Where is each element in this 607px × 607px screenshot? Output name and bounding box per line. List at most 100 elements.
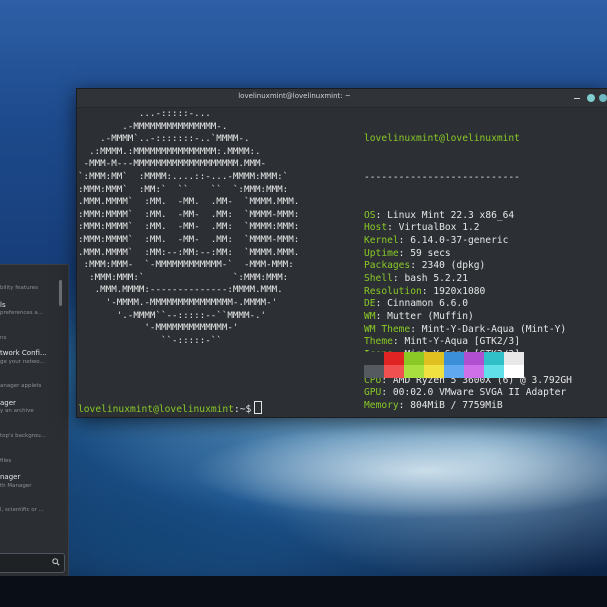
palette-swatch xyxy=(384,365,404,378)
maximize-button[interactable] xyxy=(587,94,595,102)
logo-line: .MMM.MMMM:--------------:MMMM.MMM. xyxy=(78,284,283,296)
info-value: bash 5.2.21 xyxy=(404,273,468,285)
info-value: 804MiB / 7759MiB xyxy=(410,399,503,411)
logo-line: :MMM:MMM- `-MMMMMMMMMMMM-` -MMM-MMM: xyxy=(78,259,294,271)
palette-swatch xyxy=(464,365,484,378)
info-key: GPU xyxy=(364,387,382,399)
info-row: WM: Mutter (Muffin) xyxy=(364,311,607,324)
separator-line: --------------------------- xyxy=(364,171,520,183)
menu-scrollbar[interactable] xyxy=(59,280,62,306)
window-title: lovelinuxmint@lovelinuxmint: ~ xyxy=(238,92,351,100)
info-row: OS: Linux Mint 22.3 x86_64 xyxy=(364,210,607,223)
palette-swatch xyxy=(444,352,464,365)
menu-item-sub: anager applets xyxy=(0,383,42,389)
window-titlebar[interactable]: lovelinuxmint@lovelinuxmint: ~ xyxy=(77,89,607,108)
menu-item-label[interactable]: ager xyxy=(0,399,56,407)
palette-swatch xyxy=(484,365,504,378)
terminal-content[interactable]: ...-:::::-... .-MMMMMMMMMMMMMMM-. .-MMMM… xyxy=(77,108,607,417)
palette-swatch xyxy=(364,365,384,378)
info-row: Host: VirtualBox 1.2 xyxy=(364,222,607,235)
menu-item-sub: ge your netwo... xyxy=(0,359,45,365)
menu-item-label[interactable]: ls xyxy=(0,301,56,309)
info-value: 59 secs xyxy=(410,247,451,259)
palette-swatch xyxy=(464,352,484,365)
palette-swatch xyxy=(404,352,424,365)
logo-line: `:MMM:MM` :MMMM:....::-...-MMMM:MMM:` xyxy=(78,170,289,182)
terminal-window[interactable]: lovelinuxmint@lovelinuxmint: ~ ...-:::::… xyxy=(76,88,607,418)
info-row: Kernel: 6.14.0-37-generic xyxy=(364,235,607,248)
logo-line: .MMM.MMMM` :MM. -MM. .MM- `MMMM.MMM. xyxy=(78,196,300,208)
logo-line: '.-MMMM``--:::::--``MMMM-.' xyxy=(78,309,267,321)
info-key: WM xyxy=(364,311,376,323)
info-row: Uptime: 59 secs xyxy=(364,248,607,261)
info-key: Theme xyxy=(364,336,393,348)
neofetch-info: lovelinuxmint@lovelinuxmint ------------… xyxy=(364,108,607,438)
logo-line: :MMM:MMMM` :MM. -MM- .MM: `MMMM:MMM: xyxy=(78,221,300,233)
info-colon: : xyxy=(381,387,393,399)
menu-item-label[interactable]: nager xyxy=(0,473,56,481)
menu-item-sub: th Manager xyxy=(0,483,32,489)
minimize-button[interactable] xyxy=(573,94,581,102)
info-value: Mutter (Muffin) xyxy=(387,311,474,323)
shell-prompt[interactable]: lovelinuxmint@lovelinuxmint:~$ xyxy=(78,401,263,415)
menu-item-sub: preferences a... xyxy=(0,310,43,316)
logo-line: :MMM:MMMM` :MM. -MM- .MM: `MMMM-MMM: xyxy=(78,208,300,220)
info-value: Mint-Y-Dark-Aqua (Mint-Y) xyxy=(421,323,567,335)
info-key: OS xyxy=(364,209,376,221)
palette-swatch xyxy=(504,365,524,378)
menu-item-sub: top's backgrou... xyxy=(0,433,46,439)
menu-item-sub: files xyxy=(0,458,12,464)
palette-swatch xyxy=(364,352,384,365)
menu-item-sub: y an archive xyxy=(0,408,34,414)
logo-line: :MMM:MMMM` :MM. -MM- .MM: `MMMM-MMM: xyxy=(78,233,300,245)
info-colon: : xyxy=(398,234,411,246)
palette-swatch xyxy=(484,352,504,365)
prompt-user: lovelinuxmint@lovelinuxmint xyxy=(78,404,234,415)
info-colon: : xyxy=(392,336,405,348)
info-key: Uptime xyxy=(364,247,399,259)
start-menu-panel: bility features ls preferences a... ns t… xyxy=(0,264,69,578)
info-colon: : xyxy=(375,209,388,221)
palette-swatch xyxy=(424,352,444,365)
info-key: Host xyxy=(364,222,388,234)
palette-swatch xyxy=(404,365,424,378)
info-row: WM Theme: Mint-Y-Dark-Aqua (Mint-Y) xyxy=(364,324,607,337)
terminal-cursor xyxy=(254,401,263,414)
logo-line: :MMM:MMM` :MM:` `` `` `:MMM:MMM: xyxy=(78,183,289,195)
logo-line: '-MMMM.-MMMMMMMMMMMMMMM-.MMMM-' xyxy=(78,296,278,308)
menu-item-sub: ns xyxy=(0,335,7,341)
info-key: Kernel xyxy=(364,234,399,246)
info-row: Shell: bash 5.2.21 xyxy=(364,273,607,286)
palette-swatch xyxy=(384,352,404,365)
logo-line: .MMM.MMMM` :MM:--:MM:--:MM: `MMMM.MMM. xyxy=(78,246,300,258)
info-colon: : xyxy=(398,247,411,259)
logo-line: ...-:::::-... xyxy=(78,108,211,119)
info-value: 00:02.0 VMware SVGA II Adapter xyxy=(392,387,567,399)
info-key: WM Theme xyxy=(364,323,411,335)
logo-line: .-MMMMMMMMMMMMMMM-. xyxy=(78,120,228,132)
wallpaper-wave xyxy=(0,420,607,590)
color-palette xyxy=(364,352,524,378)
close-button[interactable] xyxy=(599,94,607,102)
logo-line: ``-:::::-`` xyxy=(78,334,222,346)
menu-item-label[interactable]: twork Confi... xyxy=(0,349,56,357)
logo-line: .-MMMM`..-:::::::-..`MMMM-. xyxy=(78,133,250,145)
bottom-panel xyxy=(0,576,607,607)
info-row: Resolution: 1920x1080 xyxy=(364,286,607,299)
info-value: VirtualBox 1.2 xyxy=(398,222,480,234)
menu-search-input[interactable] xyxy=(0,553,65,573)
info-row: Theme: Mint-Y-Aqua [GTK2/3] xyxy=(364,336,607,349)
info-row: DE: Cinnamon 6.6.0 xyxy=(364,298,607,311)
userhost-label: lovelinuxmint@lovelinuxmint xyxy=(364,133,520,145)
info-key: Packages xyxy=(364,260,411,272)
info-row: GPU: 00:02.0 VMware SVGA II Adapter xyxy=(364,387,607,400)
menu-item-sub: l, scientific or ... xyxy=(0,507,44,513)
info-colon: : xyxy=(410,260,422,272)
info-colon: : xyxy=(387,222,399,234)
info-value: Linux Mint 22.3 x86_64 xyxy=(387,209,515,221)
info-row: Packages: 2340 (dpkg) xyxy=(364,260,607,273)
mint-ascii-logo: ...-:::::-... .-MMMMMMMMMMMMMMM-. .-MMMM… xyxy=(78,108,299,347)
info-colon: : xyxy=(392,273,405,285)
palette-swatch xyxy=(504,352,524,365)
prompt-path: :~$ xyxy=(233,404,252,415)
